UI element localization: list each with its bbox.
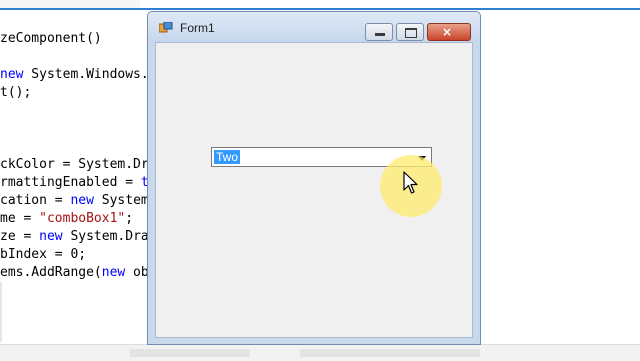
code-token: System xyxy=(93,193,149,208)
ide-tab[interactable] xyxy=(0,0,140,8)
code-line: new System.Windows. xyxy=(0,66,149,84)
form-app-icon xyxy=(159,22,173,33)
code-token: bIndex = 0; xyxy=(0,247,87,262)
code-line: zeComponent() xyxy=(0,30,102,48)
combo-selected-text[interactable]: Two xyxy=(214,150,241,164)
code-token: ob xyxy=(125,265,149,280)
code-token: new xyxy=(39,229,63,244)
code-line: rmattingEnabled = t xyxy=(0,174,149,192)
maximize-button[interactable] xyxy=(396,23,424,41)
maximize-icon xyxy=(405,28,417,38)
close-button[interactable]: × xyxy=(427,23,471,41)
window-titlebar[interactable]: Form1 × xyxy=(148,12,480,42)
code-line: ckColor = System.Dr xyxy=(0,156,149,174)
status-cell xyxy=(130,349,250,357)
code-token: "comboBox1" xyxy=(39,211,126,226)
code-token: System.Draw xyxy=(62,229,157,244)
minimize-icon xyxy=(375,33,385,36)
code-line: ems.AddRange(new ob xyxy=(0,264,149,282)
ide-status-strip xyxy=(0,344,640,361)
code-token: ems.AddRange( xyxy=(0,265,102,280)
code-token: System.Windows. xyxy=(23,67,149,82)
close-icon: × xyxy=(442,25,453,39)
code-token: rmattingEnabled = xyxy=(0,175,141,190)
code-line: bIndex = 0; xyxy=(0,246,86,264)
code-token: ze = xyxy=(0,229,40,244)
code-line: cation = new System xyxy=(0,192,149,210)
code-token: ckColor = System.Dr xyxy=(0,157,149,172)
code-token: me = xyxy=(0,211,40,226)
code-token: cation = xyxy=(0,193,71,208)
code-token: ; xyxy=(125,211,134,226)
code-token: zeComponent() xyxy=(0,31,102,46)
ide-tab-strip xyxy=(0,0,640,10)
editor-gutter xyxy=(0,282,2,342)
code-token: new xyxy=(70,193,94,208)
code-line: me = "comboBox1"; xyxy=(0,210,133,228)
window-title: Form1 xyxy=(180,21,215,35)
code-token: t(); xyxy=(0,85,32,100)
code-line: t(); xyxy=(0,84,31,102)
code-token: new xyxy=(0,67,24,82)
status-cell xyxy=(300,349,480,357)
code-line: ze = new System.Draw xyxy=(0,228,157,246)
code-token: new xyxy=(101,265,126,280)
minimize-button[interactable] xyxy=(365,23,393,41)
mouse-pointer-icon xyxy=(403,171,418,194)
